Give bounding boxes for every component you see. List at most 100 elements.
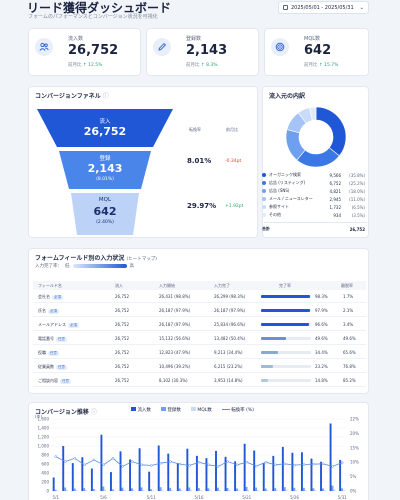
rate-point (274, 463, 277, 467)
sources-donut-chart (285, 106, 347, 168)
bar-MQL数 (276, 490, 279, 491)
required-tag: 任意 (56, 337, 67, 342)
cell-done: 25,834 (96.6%) (214, 322, 246, 327)
bar-登録数 (331, 485, 334, 491)
cell-drop: 65.6% (343, 350, 356, 355)
bar-MQL数 (323, 490, 326, 491)
bar-MQL数 (85, 490, 88, 491)
bar-流入数 (176, 463, 179, 491)
y-tick-right: 15% (350, 445, 359, 450)
bar-MQL数 (152, 490, 154, 491)
funnel-mom: -0.34pt (225, 159, 242, 164)
sources-legend-item: メール / ニュースレター 2,945 (11.0%) (262, 196, 365, 202)
sources-legend-item: 広告 (SNS) 4,821 (18.0%) (262, 188, 365, 194)
bar-流入数 (119, 451, 122, 491)
cell-done: 6,215 (23.2%) (214, 364, 243, 369)
field-name: 氏名 必須 (38, 308, 59, 314)
cell-rate: 97.9% (315, 308, 328, 313)
trend-chart: 1,6001,4001,2001,0008006004002000(件) 22%2… (35, 413, 359, 500)
y-tick-left: 1,200 (38, 435, 50, 440)
y-tick-left: 400 (41, 471, 49, 476)
kpi-card-registrations: 登録数 2,143 前月比 ↑ 8.3% (146, 28, 259, 76)
bar-登録数 (131, 488, 133, 491)
legend-swatch (262, 213, 266, 217)
bar-流入数 (167, 453, 170, 491)
bar-流入数 (129, 459, 132, 491)
rate-point (92, 458, 96, 462)
funnel-stage-label: 登録 (99, 156, 111, 162)
cell-drop: 2.1% (343, 308, 354, 313)
bar-流入数 (300, 452, 303, 491)
sources-divider (264, 222, 367, 223)
bar-MQL数 (333, 489, 336, 491)
sources-legend-item: 参照サイト 1,732 (6.5%) (262, 204, 365, 210)
calendar-icon (283, 5, 288, 10)
cell-done: 26,187 (97.9%) (214, 308, 246, 313)
bar-流入数 (71, 463, 74, 491)
legend-swatch (262, 181, 266, 185)
funnel-stage-value: 642 (93, 205, 117, 218)
bar-MQL数 (104, 489, 107, 491)
rate-point (340, 461, 344, 464)
kpi-delta: 前月比 ↑ 15.7% (304, 63, 339, 68)
rate-point (245, 460, 248, 464)
cell-start: 26,431 (98.8%) (159, 294, 191, 299)
bar-MQL数 (218, 490, 221, 491)
cell-inflow: 26,752 (115, 336, 129, 341)
legend-swatch (262, 197, 266, 201)
completion-bar (261, 323, 311, 326)
cell-done: 3,953 (14.8%) (214, 378, 243, 383)
bar-登録数 (121, 487, 124, 491)
funnel-rate: 29.97% (187, 202, 217, 210)
rate-point (331, 465, 334, 468)
bar-MQL数 (199, 490, 202, 491)
bar-登録数 (312, 488, 315, 491)
bar-登録数 (302, 487, 305, 491)
x-tick: 5/6 (100, 495, 107, 500)
bar-MQL数 (342, 490, 345, 491)
rate-point (255, 464, 258, 468)
field-name: 役職 任意 (38, 350, 59, 356)
bar-MQL数 (113, 490, 116, 491)
bar-流入数 (186, 448, 189, 491)
cell-rate: 49.6% (315, 336, 328, 341)
required-tag: 必須 (48, 309, 59, 314)
heat-scale-gradient (72, 264, 127, 268)
bar-MQL数 (304, 490, 307, 491)
rate-point (73, 457, 77, 460)
bar-登録数 (226, 488, 229, 491)
x-tick: 5/1 (53, 495, 60, 500)
cell-inflow: 26,752 (115, 294, 129, 299)
cell-done: 13,482 (50.4%) (214, 336, 246, 341)
funnel-col-mom: 前月比 (226, 127, 238, 132)
bar-登録数 (64, 487, 67, 491)
col-start: 入力開始 (159, 283, 175, 288)
trend-card: コンバージョン推移 ⓘ 流入数 登録数 MQL数 転換率 (%) 1,600 1,… (28, 402, 369, 500)
bar-登録数 (321, 488, 324, 491)
bar-流入数 (281, 446, 284, 491)
rate-point (312, 462, 315, 466)
cell-inflow: 26,752 (115, 322, 129, 327)
rate-point (178, 462, 182, 466)
cell-rate: 34.4% (315, 350, 328, 355)
completion-bar (261, 351, 311, 354)
bar-MQL数 (266, 490, 269, 491)
date-range-picker[interactable]: 2025/05/01 - 2025/05/31 ⌄ (278, 1, 369, 14)
y-tick-left: 1,400 (38, 426, 50, 431)
rate-point (207, 463, 210, 467)
bar-流入数 (320, 461, 322, 491)
bar-登録数 (111, 489, 114, 491)
completion-bar (261, 295, 311, 298)
bar-流入数 (52, 477, 55, 491)
required-tag: 必須 (52, 295, 63, 300)
rate-point (130, 460, 134, 463)
cell-start: 12,823 (47.9%) (159, 350, 191, 355)
x-tick: 5/21 (242, 495, 251, 500)
bar-流入数 (100, 434, 103, 491)
sources-total: 合計 26,752 (262, 226, 365, 232)
bar-登録数 (169, 487, 172, 491)
sources-title: 流入元の内訳 (269, 93, 306, 100)
y-tick-right: 22% (350, 417, 359, 422)
bar-流入数 (243, 443, 246, 491)
bar-流入数 (310, 458, 313, 491)
